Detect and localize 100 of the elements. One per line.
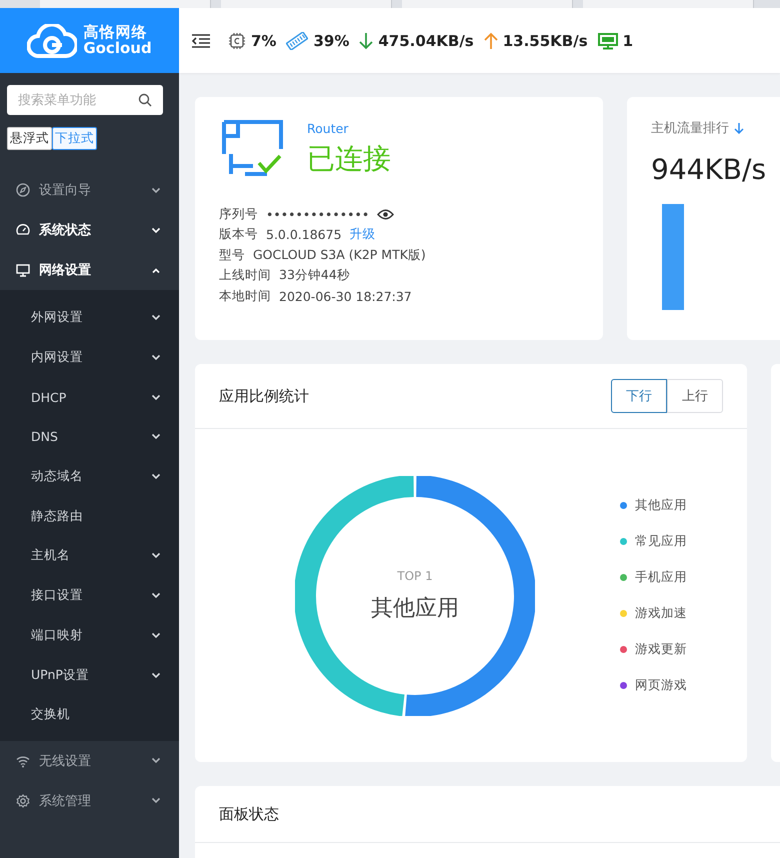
- info-label: 版本号: [219, 226, 258, 244]
- menu-item-label: 系统状态: [39, 222, 92, 239]
- menu-mode-tab[interactable]: 悬浮式: [7, 127, 52, 150]
- submenu-item-label: DHCP: [31, 390, 68, 405]
- submenu-item-label: 静态路由: [31, 508, 84, 525]
- menu-item-label: 系统管理: [39, 792, 92, 810]
- browser-tab[interactable]: [221, 0, 392, 8]
- browser-tab[interactable]: [402, 0, 573, 8]
- upload-arrow-icon: [484, 32, 498, 50]
- chevron-down-icon: [151, 757, 161, 764]
- submenu-item[interactable]: DNS: [0, 417, 179, 457]
- direction-toggle-button[interactable]: 上行: [667, 379, 723, 413]
- submenu-item-label: 交换机: [31, 706, 71, 724]
- chevron-down-icon: [151, 394, 161, 401]
- submenu-item[interactable]: 外网设置: [0, 298, 179, 338]
- info-value: GOCLOUD S3A (K2P MTK版): [253, 246, 426, 264]
- connection-status: 已连接: [307, 141, 391, 177]
- gauge-icon: [16, 223, 30, 237]
- memory-icon: [286, 32, 308, 50]
- browser-tab[interactable]: [583, 0, 754, 8]
- legend-label: 游戏更新: [635, 641, 687, 658]
- brand-subtitle: Gocloud: [83, 40, 152, 56]
- info-label: 序列号: [219, 206, 258, 223]
- card-title: 主机流量排行: [651, 120, 729, 137]
- upload-speed: 13.55KB/s: [502, 32, 588, 50]
- submenu-item[interactable]: 交换机: [0, 694, 179, 735]
- cpu-usage: 7%: [251, 32, 276, 50]
- sort-down-arrow-icon[interactable]: [734, 122, 744, 134]
- traffic-value: 944KB/s: [651, 153, 768, 186]
- submenu-item-label: 动态域名: [31, 468, 84, 486]
- submenu-item[interactable]: 内网设置: [0, 338, 179, 378]
- sidebar-menu-item[interactable]: 设置向导: [0, 170, 179, 210]
- info-label: 本地时间: [219, 288, 271, 305]
- submenu-item-label: 端口映射: [31, 626, 84, 644]
- wifi-icon: [16, 754, 30, 768]
- search-field[interactable]: 搜索菜单功能: [7, 85, 163, 115]
- direction-toggle-button[interactable]: 下行: [611, 379, 667, 413]
- card-title: 面板状态: [219, 804, 279, 824]
- chevron-down-icon: [151, 314, 161, 322]
- monitor-icon: [598, 32, 618, 50]
- submenu-item[interactable]: 端口映射: [0, 616, 179, 656]
- compass-icon: [16, 183, 30, 197]
- download-speed: 475.04KB/s: [378, 32, 474, 50]
- card-title: 应用比例统计: [219, 386, 309, 406]
- submenu-item[interactable]: UPnP设置: [0, 655, 179, 695]
- cpu-icon: [228, 32, 246, 50]
- chevron-down-icon: [151, 186, 161, 194]
- menu-item-label: 网络设置: [39, 262, 92, 279]
- download-arrow-icon: [359, 32, 374, 50]
- sidebar-menu-item[interactable]: 网络设置: [0, 250, 179, 290]
- chevron-down-icon: [151, 552, 161, 560]
- cloud-logo-icon: [27, 24, 78, 58]
- gear-icon: [16, 794, 30, 808]
- caret-up-icon: [151, 266, 161, 274]
- info-value: 5.0.0.18675: [266, 227, 342, 242]
- search-icon: [138, 93, 152, 107]
- sidebar-menu-item[interactable]: 系统状态: [0, 210, 179, 250]
- submenu-item-label: 外网设置: [31, 309, 84, 326]
- submenu-item[interactable]: 主机名: [0, 536, 179, 576]
- device-count: 1: [622, 32, 634, 50]
- submenu-item-label: DNS: [31, 429, 59, 444]
- memory-usage: 39%: [313, 32, 350, 50]
- submenu-item[interactable]: 动态域名: [0, 456, 179, 496]
- chevron-down-icon: [151, 433, 161, 440]
- submenu-item-label: 内网设置: [31, 349, 84, 366]
- submenu-item-label: UPnP设置: [31, 666, 90, 684]
- browser-tab[interactable]: [40, 0, 211, 8]
- submenu-item-label: 主机名: [31, 547, 71, 564]
- legend-label: 手机应用: [635, 569, 687, 586]
- info-value: ••••••••••••••: [266, 206, 370, 222]
- submenu-item-label: 接口设置: [31, 587, 84, 604]
- chevron-down-icon: [151, 797, 161, 804]
- info-value: 2020-06-30 18:27:37: [279, 288, 412, 304]
- sidebar-menu-item[interactable]: 系统管理: [0, 780, 179, 821]
- info-value: 33分钟44秒: [279, 267, 350, 284]
- chevron-down-icon: [151, 672, 161, 679]
- chevron-down-icon: [151, 592, 161, 600]
- legend-label: 游戏加速: [635, 605, 687, 622]
- chevron-down-icon: [151, 473, 161, 480]
- menu-item-label: 无线设置: [39, 752, 92, 770]
- submenu-item[interactable]: 接口设置: [0, 576, 179, 616]
- chevron-down-icon: [151, 226, 161, 234]
- sidebar-menu-item[interactable]: 无线设置: [0, 740, 179, 781]
- chevron-down-icon: [151, 354, 161, 362]
- device-type-label: Router: [307, 121, 350, 136]
- brand-name: 高恪网络: [83, 24, 148, 40]
- collapse-menu-icon[interactable]: [191, 32, 211, 48]
- show-password-eye-icon[interactable]: [377, 208, 394, 220]
- monitor-icon: [16, 263, 30, 277]
- info-label: 型号: [219, 246, 245, 264]
- submenu-item[interactable]: DHCP: [0, 377, 179, 418]
- menu-item-label: 设置向导: [39, 182, 92, 199]
- chevron-down-icon: [151, 632, 161, 639]
- donut-center-label: TOP 1: [397, 568, 433, 582]
- submenu-item[interactable]: 静态路由: [0, 496, 179, 536]
- info-label: 上线时间: [219, 267, 271, 284]
- legend-label: 常见应用: [635, 533, 687, 550]
- legend-label: 其他应用: [635, 497, 687, 514]
- legend-label: 网页游戏: [635, 677, 687, 694]
- donut-center-value: 其他应用: [371, 594, 459, 622]
